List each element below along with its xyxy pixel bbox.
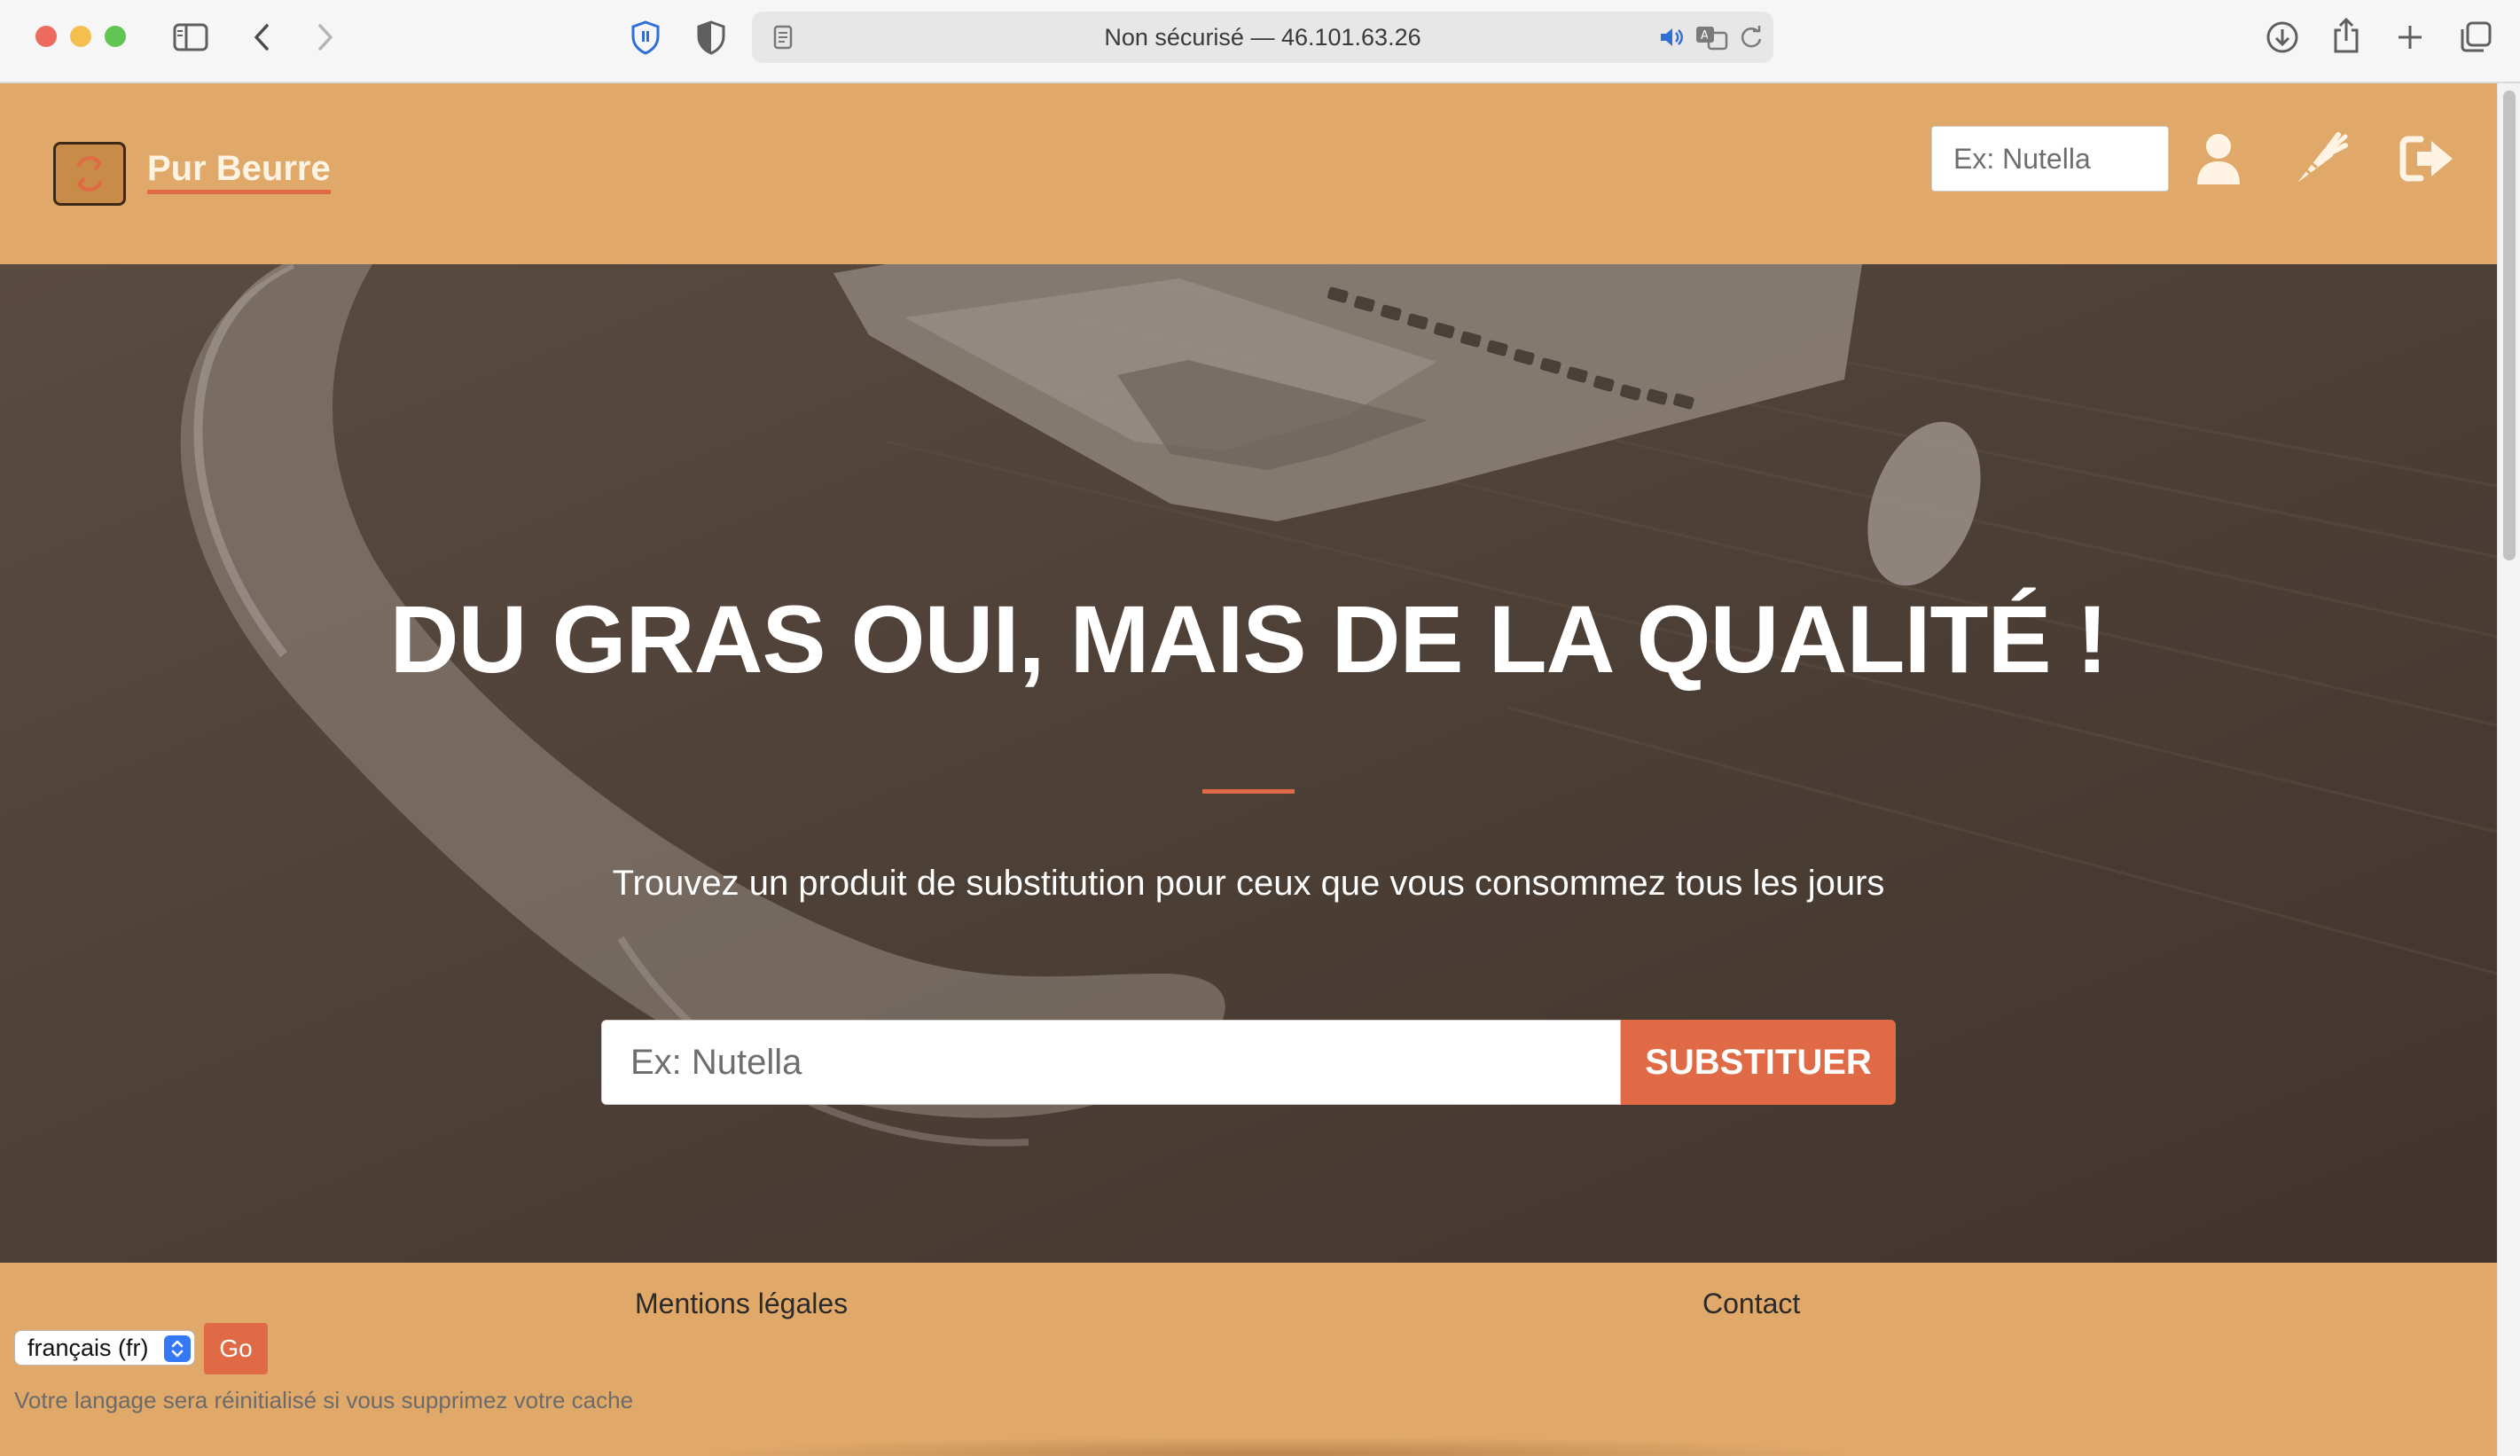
language-note: Votre langage sera réinitialisé si vous … <box>14 1387 634 1413</box>
legal-notice-link[interactable]: Mentions légales <box>635 1288 848 1320</box>
contact-link[interactable]: Contact <box>1702 1288 1800 1320</box>
user-icon[interactable] <box>2183 119 2254 199</box>
header-search-input[interactable] <box>1931 126 2169 192</box>
url-text[interactable]: Non sécurisé — 46.101.63.26 <box>752 12 1773 63</box>
close-window-button[interactable] <box>35 26 57 47</box>
downloads-icon[interactable] <box>2263 18 2302 57</box>
language-select-value: français (fr) <box>27 1334 149 1361</box>
language-select[interactable]: français (fr) <box>14 1330 195 1366</box>
translate-icon[interactable]: A <box>1694 22 1729 52</box>
site-footer: Mentions légales Contact français (fr) G… <box>0 1263 2497 1456</box>
tab-overview-icon[interactable] <box>2456 18 2495 57</box>
hero-title: DU GRAS OUI, MAIS DE LA QUALITÉ ! <box>389 585 2109 693</box>
scrollbar-thumb[interactable] <box>2503 90 2516 560</box>
substitute-button[interactable]: SUBSTITUER <box>1621 1020 1896 1105</box>
hero-divider <box>1202 789 1295 794</box>
select-arrows-icon <box>164 1335 191 1362</box>
address-bar[interactable]: Non sécurisé — 46.101.63.26 A <box>752 12 1773 63</box>
sign-out-icon[interactable] <box>2392 119 2463 199</box>
zoom-window-button[interactable] <box>105 26 126 47</box>
footer-shadow <box>692 1436 1862 1456</box>
brand-link[interactable]: Pur Beurre <box>147 149 331 194</box>
svg-text:A: A <box>1701 29 1709 43</box>
hero-search-input[interactable] <box>601 1020 1621 1105</box>
content-blocker-icon[interactable] <box>693 18 729 57</box>
carrot-icon[interactable] <box>2286 119 2357 199</box>
page-scrollbar[interactable] <box>2497 83 2520 1456</box>
share-icon[interactable] <box>2328 14 2364 57</box>
page-viewport: Pur Beurre Ex: Nutella DU GRAS OUI, MAIS… <box>0 83 2520 1456</box>
sidebar-toggle-icon[interactable] <box>170 20 211 55</box>
minimize-window-button[interactable] <box>70 26 91 47</box>
pur-beurre-logo[interactable] <box>53 142 126 206</box>
forward-icon[interactable] <box>310 20 340 55</box>
reload-icon[interactable] <box>1736 22 1766 52</box>
browser-toolbar: Non sécurisé — 46.101.63.26 A <box>0 0 2520 83</box>
hero-subtitle: Trouvez un produit de substitution pour … <box>612 864 1885 903</box>
new-tab-icon[interactable] <box>2392 18 2428 57</box>
hero-background-photo <box>0 264 2497 1263</box>
language-go-button[interactable]: Go <box>204 1323 268 1374</box>
privacy-shield-icon[interactable] <box>628 18 663 57</box>
back-icon[interactable] <box>247 20 277 55</box>
hero-section: DU GRAS OUI, MAIS DE LA QUALITÉ ! Trouve… <box>0 264 2497 1263</box>
speaker-icon[interactable] <box>1656 24 1687 51</box>
site-header: Pur Beurre <box>0 83 2497 264</box>
